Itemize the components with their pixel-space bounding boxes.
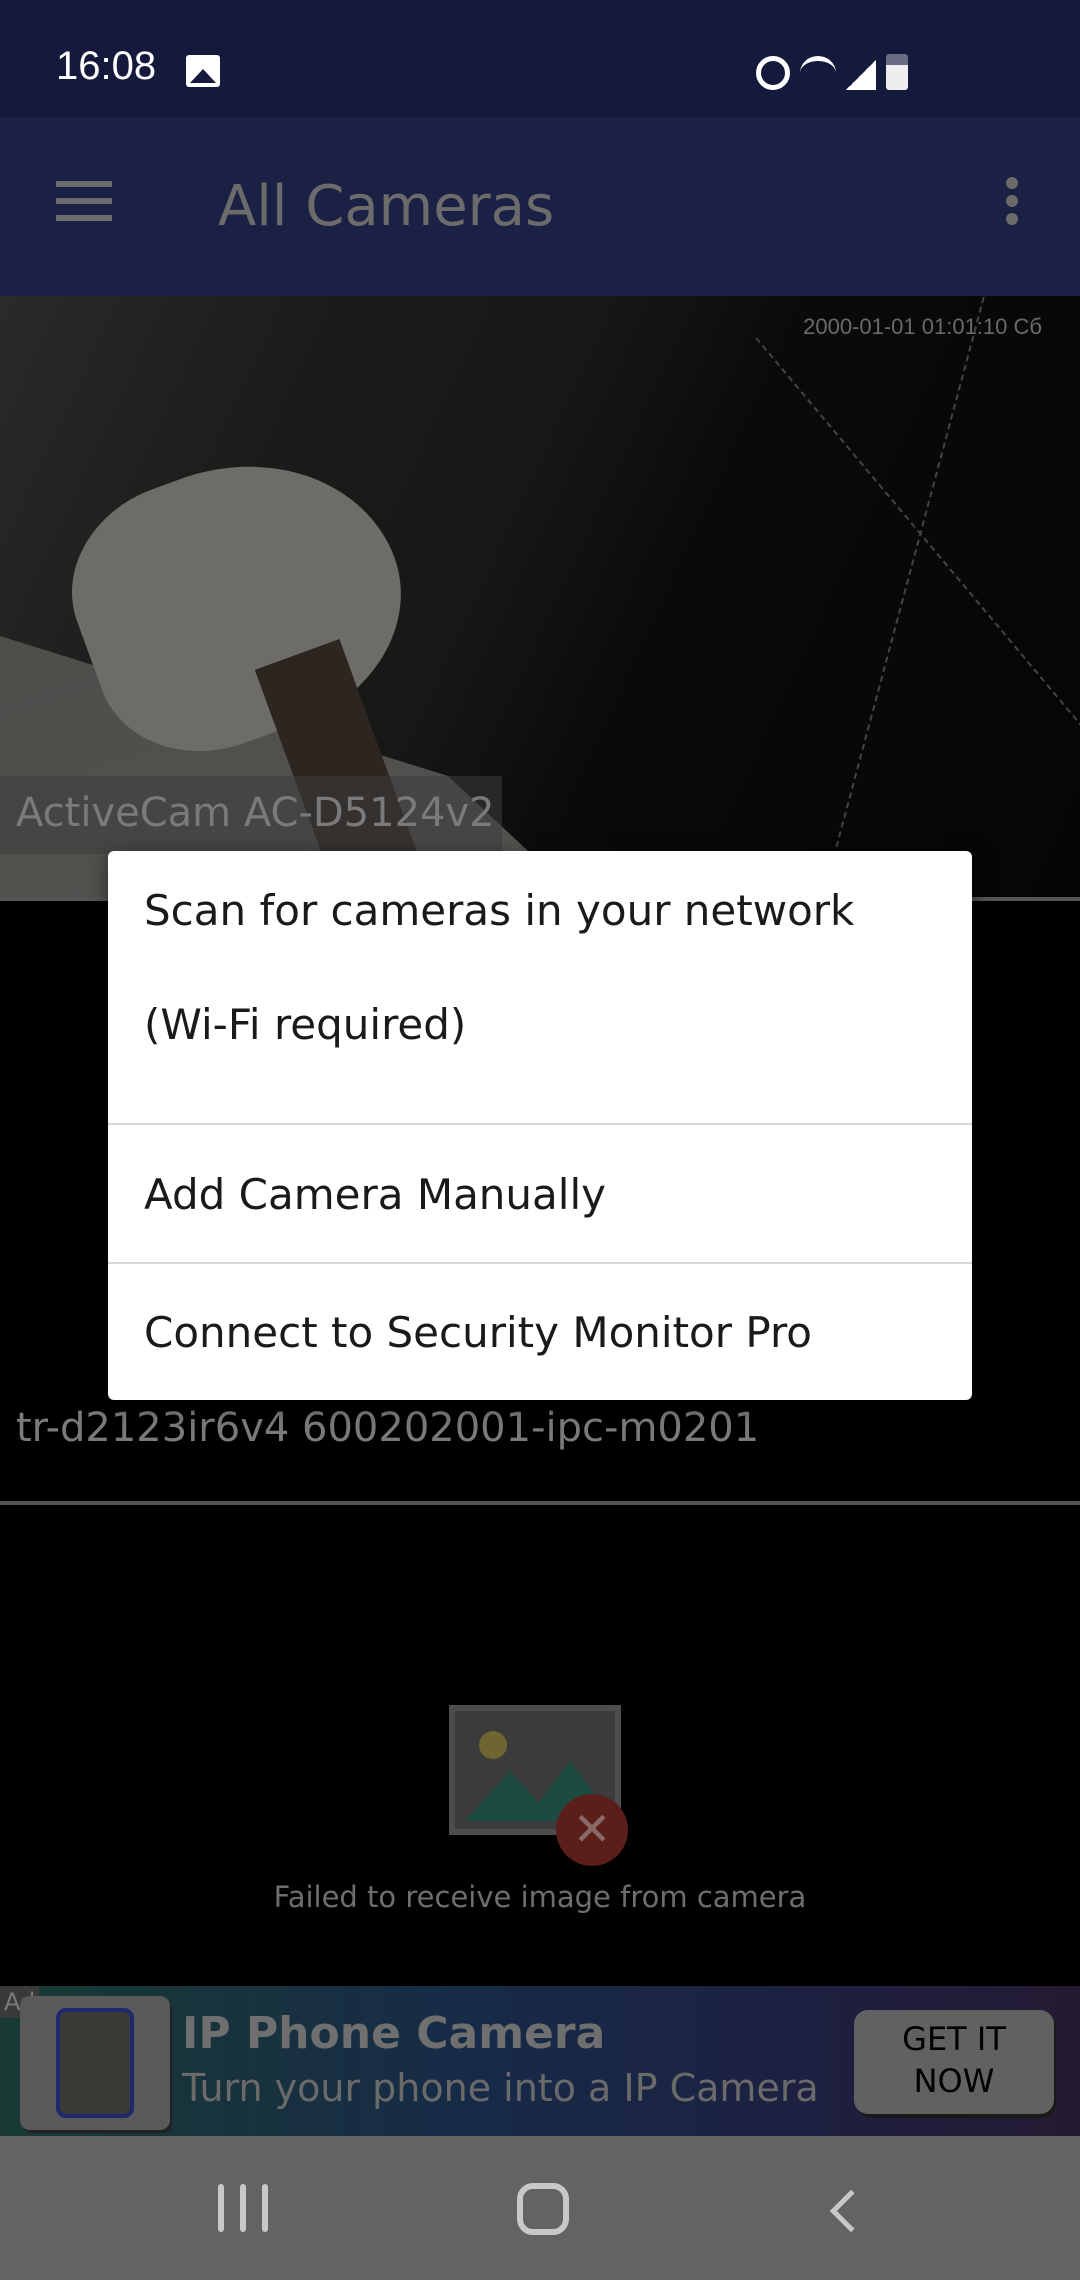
menu-item-sublabel: (Wi-Fi required) bbox=[144, 1000, 467, 1049]
menu-item-connect-security-monitor[interactable]: Connect to Security Monitor Pro bbox=[108, 1262, 972, 1400]
recent-apps-icon[interactable] bbox=[218, 2184, 268, 2232]
menu-item-add-manually[interactable]: Add Camera Manually bbox=[108, 1123, 972, 1262]
menu-item-label: Connect to Security Monitor Pro bbox=[144, 1308, 812, 1357]
menu-item-label: Scan for cameras in your network bbox=[144, 886, 855, 935]
menu-item-scan-network[interactable]: Scan for cameras in your network (Wi-Fi … bbox=[108, 851, 972, 1123]
add-camera-dialog: Scan for cameras in your network (Wi-Fi … bbox=[108, 851, 972, 1400]
menu-item-label: Add Camera Manually bbox=[144, 1170, 606, 1219]
home-icon[interactable] bbox=[517, 2183, 569, 2235]
